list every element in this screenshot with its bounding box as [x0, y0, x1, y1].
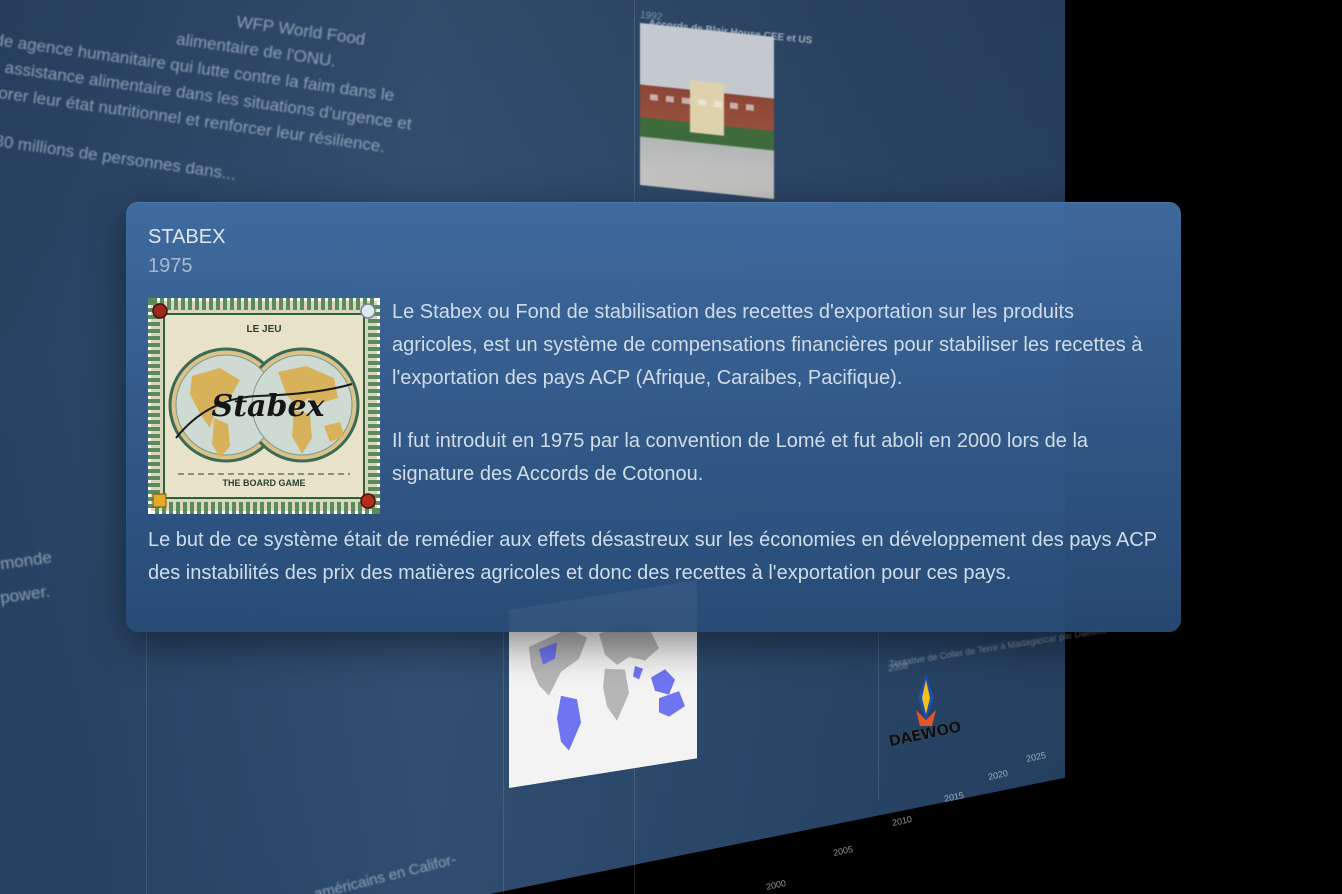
- bg-event-photo: [640, 22, 774, 200]
- event-popover[interactable]: STABEX 1975 LE JEU Stabex THE BOARD GAME…: [126, 202, 1181, 632]
- stabex-bottom-text: THE BOARD GAME: [223, 478, 306, 488]
- timeline-axis-label: 2010: [891, 814, 913, 828]
- timeline-divider: [503, 600, 504, 894]
- popover-body: LE JEU Stabex THE BOARD GAME Le Stabex o…: [148, 296, 1159, 590]
- popover-title: STABEX: [148, 226, 226, 248]
- daewoo-logo: DAEWOO: [887, 670, 962, 770]
- timeline-axis-label: 2005: [832, 844, 854, 858]
- stabex-board-game-image[interactable]: LE JEU Stabex THE BOARD GAME: [148, 298, 380, 514]
- timeline-axis-label: 2000: [765, 878, 787, 892]
- popover-paragraph: Le but de ce système était de remédier a…: [148, 529, 1157, 584]
- stabex-brand-text: Stabex: [212, 389, 326, 424]
- popover-year: 1975: [148, 255, 193, 277]
- stabex-top-text: LE JEU: [246, 324, 281, 335]
- timeline-divider: [878, 620, 879, 800]
- timeline-divider: [146, 630, 147, 894]
